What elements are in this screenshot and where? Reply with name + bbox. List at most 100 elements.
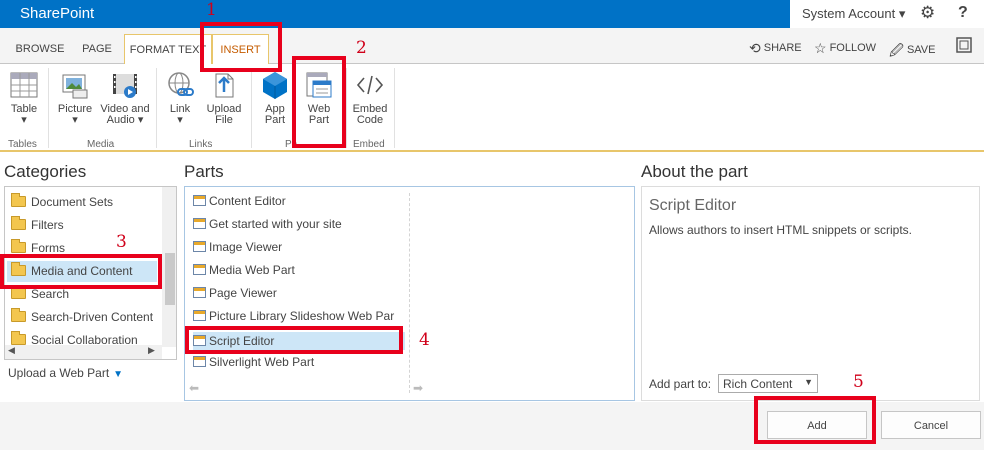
web-part-icon bbox=[193, 310, 206, 321]
scroll-right-icon[interactable]: ▶ bbox=[148, 345, 155, 356]
folder-icon bbox=[11, 216, 26, 230]
video-icon bbox=[110, 70, 140, 100]
list-item[interactable]: Image Viewer bbox=[193, 240, 405, 254]
list-item[interactable]: Page Viewer bbox=[193, 286, 405, 300]
list-item[interactable]: Picture Library Slideshow Web Par bbox=[193, 309, 405, 323]
folder-icon bbox=[11, 308, 26, 322]
group-divider bbox=[48, 68, 49, 148]
scroll-left-icon[interactable]: ◀ bbox=[8, 345, 15, 356]
video-audio-button[interactable]: Video and Audio ▾ bbox=[98, 70, 152, 126]
categories-title: Categories bbox=[4, 162, 87, 181]
ribbon-tab-row: BROWSE PAGE FORMAT TEXT INSERT ⟲ SHARE ☆ F… bbox=[0, 28, 984, 65]
add-part-to-label: Add part to: bbox=[649, 377, 712, 391]
horizontal-scrollbar[interactable]: ◀ ▶ bbox=[5, 345, 162, 359]
chevron-down-icon: ▾ bbox=[21, 114, 27, 126]
chevron-down-icon: ▼ bbox=[113, 369, 124, 380]
embed-code-button[interactable]: Embed Code bbox=[351, 70, 389, 126]
help-icon[interactable]: ? bbox=[958, 4, 968, 22]
part-label: Media Web Part bbox=[209, 263, 295, 277]
web-part-icon bbox=[193, 264, 206, 275]
app-part-button[interactable]: App Part bbox=[258, 70, 292, 126]
about-panel: Script Editor Allows authors to insert H… bbox=[641, 186, 980, 401]
chevron-down-icon: ▼ bbox=[804, 377, 813, 387]
group-divider bbox=[346, 68, 347, 148]
folder-icon bbox=[11, 193, 26, 207]
scroll-right-icon[interactable]: ➡ bbox=[413, 381, 423, 395]
list-item[interactable]: Document Sets bbox=[11, 193, 113, 209]
link-button[interactable]: Link ▾ bbox=[163, 70, 197, 126]
group-divider bbox=[156, 68, 157, 148]
video-audio-label-line2: Audio ▾ bbox=[98, 115, 152, 126]
list-item[interactable]: Filters bbox=[11, 216, 64, 232]
annotation-box-5 bbox=[754, 396, 876, 444]
embed-code-icon bbox=[355, 70, 385, 100]
focus-on-content-icon[interactable] bbox=[956, 37, 972, 56]
part-label: Get started with your site bbox=[209, 217, 342, 231]
table-icon bbox=[9, 70, 39, 100]
cancel-button[interactable]: Cancel bbox=[881, 411, 981, 439]
parts-list[interactable]: Content Editor Get started with your sit… bbox=[184, 186, 635, 401]
list-item[interactable]: Content Editor bbox=[193, 194, 405, 208]
app-part-label-line2: Part bbox=[264, 114, 286, 126]
part-description: Allows authors to insert HTML snippets o… bbox=[649, 223, 912, 237]
list-item[interactable]: Search-Driven Content bbox=[11, 308, 154, 324]
part-label: Content Editor bbox=[209, 194, 286, 208]
category-label: Filters bbox=[31, 218, 64, 232]
follow-label: FOLLOW bbox=[829, 42, 877, 54]
part-label: Page Viewer bbox=[209, 286, 277, 300]
scroll-left-icon[interactable]: ⬅ bbox=[189, 381, 199, 395]
follow-button[interactable]: ☆ FOLLOW bbox=[814, 40, 876, 57]
tab-page[interactable]: PAGE bbox=[74, 36, 120, 64]
list-item[interactable]: Forms bbox=[11, 239, 65, 255]
save-button[interactable]: 🖉 SAVE bbox=[889, 40, 935, 64]
share-icon: ⟲ bbox=[749, 40, 761, 56]
annotation-number-4: 4 bbox=[419, 330, 430, 350]
brand-title[interactable]: SharePoint bbox=[0, 0, 790, 28]
scrollbar-thumb[interactable] bbox=[165, 253, 175, 305]
link-icon bbox=[165, 70, 195, 100]
folder-icon bbox=[11, 331, 26, 345]
add-part-to-value: Rich Content bbox=[723, 377, 793, 391]
star-icon: ☆ bbox=[814, 40, 827, 56]
group-label-embed: Embed bbox=[353, 139, 385, 150]
web-part-icon bbox=[193, 287, 206, 298]
list-item[interactable]: Search bbox=[11, 285, 70, 301]
folder-icon bbox=[11, 239, 26, 253]
app-part-icon bbox=[260, 70, 290, 100]
add-part-to-select[interactable]: Rich Content ▼ bbox=[718, 374, 818, 393]
ribbon: Table ▾ Tables Picture ▾ Video and Audio… bbox=[0, 64, 984, 152]
upload-label-line2: File bbox=[215, 114, 233, 126]
annotation-box-1 bbox=[200, 22, 282, 72]
column-divider bbox=[409, 193, 410, 393]
suite-bar: SharePoint System Account ▾ ⚙ ? bbox=[0, 0, 984, 28]
list-item[interactable]: Silverlight Web Part bbox=[193, 355, 405, 369]
gear-icon[interactable]: ⚙ bbox=[920, 3, 935, 23]
embed-label-line2: Code bbox=[356, 114, 384, 126]
account-name: System Account bbox=[802, 6, 896, 21]
web-part-icon bbox=[193, 241, 206, 252]
group-divider bbox=[394, 68, 395, 148]
annotation-box-3 bbox=[0, 254, 162, 289]
table-button[interactable]: Table ▾ bbox=[8, 70, 40, 126]
list-item[interactable]: Media Web Part bbox=[193, 263, 405, 277]
video-audio-label-audio: Audio bbox=[106, 114, 135, 126]
web-part-icon bbox=[193, 195, 206, 206]
tab-browse[interactable]: BROWSE bbox=[12, 36, 68, 64]
upload-web-part-menu[interactable]: Upload a Web Part ▼ bbox=[8, 366, 123, 380]
share-button[interactable]: ⟲ SHARE bbox=[749, 40, 802, 57]
group-divider bbox=[251, 68, 252, 148]
category-label: Search bbox=[31, 287, 70, 301]
group-label-media: Media bbox=[87, 139, 115, 150]
tab-format-text[interactable]: FORMAT TEXT bbox=[124, 34, 212, 65]
upload-icon bbox=[209, 70, 239, 100]
web-part-icon bbox=[193, 356, 206, 367]
account-menu[interactable]: System Account ▾ bbox=[802, 6, 905, 22]
about-title: About the part bbox=[641, 162, 748, 181]
part-label: Silverlight Web Part bbox=[209, 355, 315, 369]
list-item[interactable]: Get started with your site bbox=[193, 217, 405, 231]
category-label: Search-Driven Content bbox=[31, 310, 154, 324]
picture-button[interactable]: Picture ▾ bbox=[57, 70, 93, 126]
folder-icon bbox=[11, 285, 26, 299]
upload-file-button[interactable]: Upload File bbox=[204, 70, 244, 126]
parts-title: Parts bbox=[184, 162, 224, 181]
